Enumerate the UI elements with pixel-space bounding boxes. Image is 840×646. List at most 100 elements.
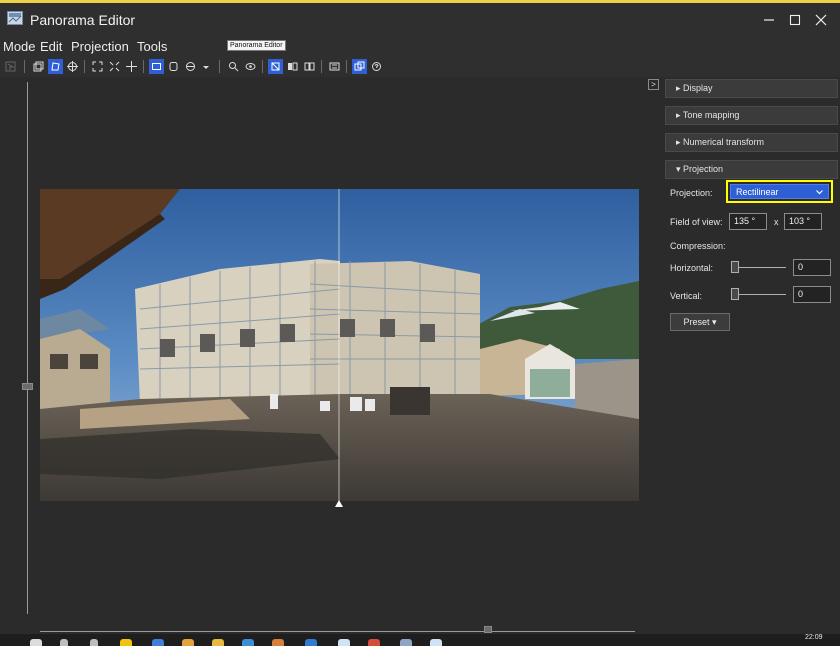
fit-button[interactable] (90, 59, 105, 74)
stereo-button[interactable] (285, 59, 300, 74)
window-title: Panorama Editor (30, 12, 136, 28)
collapse-panel-button[interactable]: > (648, 79, 659, 90)
ps-icon[interactable] (305, 639, 317, 646)
center-marker-icon[interactable] (335, 500, 343, 507)
field-of-view-label: Field of view: (670, 217, 723, 227)
toolbar-separator (262, 60, 263, 73)
panorama-window-button[interactable] (352, 59, 367, 74)
file-explorer-icon[interactable] (212, 639, 224, 646)
menu-mode[interactable]: Mode (3, 39, 36, 54)
horizontal-compression-input[interactable]: 0 (793, 259, 831, 276)
toolbar (0, 57, 840, 77)
section-tone-mapping[interactable]: ▸ Tone mapping (665, 106, 838, 125)
numerical-button[interactable] (327, 59, 342, 74)
panorama-window-icon (354, 61, 365, 71)
horizontal-offset-handle[interactable] (484, 626, 492, 633)
center-button[interactable] (124, 59, 139, 74)
rectilinear-icon (152, 63, 161, 70)
section-numerical-transform[interactable]: ▸ Numerical transform (665, 133, 838, 152)
vertical-offset-handle[interactable] (22, 383, 33, 390)
equirectangular-icon (186, 62, 195, 71)
toolbar-separator (219, 60, 220, 73)
center-icon (126, 61, 137, 72)
vertical-compression-track[interactable] (734, 294, 786, 295)
stereo-icon (288, 62, 298, 71)
chevron-down-icon (816, 190, 823, 195)
search-icon[interactable] (60, 639, 68, 646)
straighten-button[interactable] (107, 59, 122, 74)
tooltip: Panorama Editor (227, 40, 286, 51)
select-tool[interactable] (3, 59, 18, 74)
control-points-button[interactable] (48, 59, 63, 74)
section-projection[interactable]: ▾ Projection (665, 160, 838, 179)
start-icon[interactable] (30, 639, 42, 646)
horizontal-compression-handle[interactable] (731, 261, 739, 273)
zoom-button[interactable] (226, 59, 241, 74)
drag-mode-button[interactable] (31, 59, 46, 74)
norton-icon[interactable] (120, 639, 132, 646)
toolbar-separator (143, 60, 144, 73)
show-overlay-button[interactable] (268, 59, 283, 74)
chrome-icon[interactable] (182, 639, 194, 646)
horizontal-offset-track (40, 631, 635, 632)
menu-tools[interactable]: Tools (137, 39, 167, 54)
fov-vertical-input[interactable]: 103 ° (784, 213, 822, 230)
clock: 22:09 (805, 634, 823, 641)
horizontal-label: Horizontal: (670, 263, 714, 273)
photos-icon[interactable] (242, 639, 254, 646)
close-button[interactable] (798, 3, 840, 36)
help-icon (372, 62, 381, 71)
cylindrical-button[interactable] (166, 59, 181, 74)
equirectangular-button[interactable] (183, 59, 198, 74)
toolbar-separator (84, 60, 85, 73)
numerical-icon (329, 62, 340, 71)
crop-button[interactable] (65, 59, 80, 74)
projection-select[interactable]: Rectilinear (726, 180, 833, 203)
preset-button[interactable]: Preset ▾ (670, 313, 730, 331)
projection-select-value: Rectilinear (736, 187, 779, 197)
straighten-icon (109, 61, 120, 72)
panorama-editor-icon (7, 11, 23, 25)
projection-dropdown[interactable] (198, 59, 213, 74)
menu-edit[interactable]: Edit (40, 39, 62, 54)
toolbar-separator (321, 60, 322, 73)
help-button[interactable] (369, 59, 384, 74)
menu-projection[interactable]: Projection (71, 39, 129, 54)
app-icon[interactable] (368, 639, 380, 646)
mosaic-button[interactable] (302, 59, 317, 74)
vertical-offset-track (27, 82, 28, 614)
help-taskbar-icon[interactable] (430, 639, 442, 646)
vertical-compression-handle[interactable] (731, 288, 739, 300)
task-view-icon[interactable] (90, 639, 98, 646)
fov-separator: x (774, 217, 779, 227)
edge-icon[interactable] (152, 639, 164, 646)
panorama-preview-image[interactable] (40, 189, 639, 501)
cylindrical-icon (169, 62, 178, 71)
paint-icon[interactable] (272, 639, 284, 646)
info-icon[interactable] (338, 639, 350, 646)
horizontal-compression-track[interactable] (734, 267, 786, 268)
crop-icon (67, 61, 78, 72)
preview-icon (245, 63, 256, 70)
title-bar[interactable]: Panorama Editor (0, 3, 840, 36)
section-display[interactable]: ▸ Display (665, 79, 838, 98)
control-points-icon (51, 62, 60, 71)
toolbar-separator (346, 60, 347, 73)
mosaic-icon (304, 62, 315, 71)
rectilinear-button[interactable] (149, 59, 164, 74)
close-icon (815, 14, 827, 25)
projection-label: Projection: (670, 188, 713, 198)
panorama-editor-taskbar-icon[interactable] (400, 639, 412, 646)
vertical-compression-input[interactable]: 0 (793, 286, 831, 303)
compression-label: Compression: (670, 241, 726, 251)
menu-bar: Mode Edit Projection Tools (0, 36, 840, 57)
vertical-label: Vertical: (670, 291, 703, 301)
fit-icon (92, 61, 103, 72)
preview-button[interactable] (243, 59, 258, 74)
toolbar-separator (24, 60, 25, 73)
drag-mode-icon (33, 61, 44, 72)
fov-horizontal-input[interactable]: 135 ° (729, 213, 767, 230)
select-icon (5, 61, 16, 72)
show-overlay-icon (271, 62, 280, 71)
zoom-icon (229, 62, 239, 72)
